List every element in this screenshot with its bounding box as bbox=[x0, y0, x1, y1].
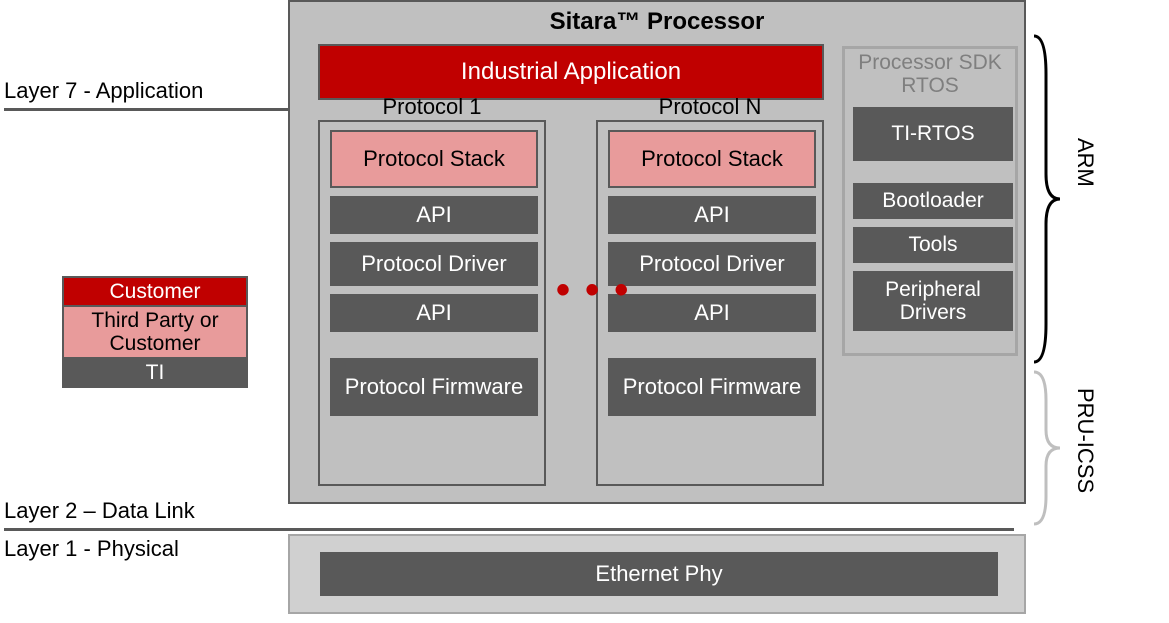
tools: Tools bbox=[853, 227, 1013, 263]
ethernet-phy: Ethernet Phy bbox=[320, 552, 998, 596]
layer1-label: Layer 1 - Physical bbox=[4, 536, 179, 562]
arm-bracket-icon bbox=[1032, 34, 1062, 364]
protocol-1-label: Protocol 1 bbox=[320, 94, 544, 120]
legend: Customer Third Party or Customer TI bbox=[62, 276, 248, 388]
protocol-firmware: Protocol Firmware bbox=[330, 358, 538, 416]
sdk-title: Processor SDK RTOS bbox=[845, 51, 1015, 97]
protocol-stack: Protocol Stack bbox=[330, 130, 538, 188]
api-lower: API bbox=[330, 294, 538, 332]
protocol-driver: Protocol Driver bbox=[330, 242, 538, 286]
protocol-1-box: Protocol 1 Protocol Stack API Protocol D… bbox=[318, 120, 546, 486]
physical-layer-box: Ethernet Phy bbox=[288, 534, 1026, 614]
api-upper: API bbox=[330, 196, 538, 234]
pru-icss-label: PRU-ICSS bbox=[1072, 388, 1098, 493]
api-lower: API bbox=[608, 294, 816, 332]
api-upper: API bbox=[608, 196, 816, 234]
processor-title: Sitara™ Processor bbox=[290, 8, 1024, 36]
layer2-line bbox=[4, 528, 1014, 531]
bootloader: Bootloader bbox=[853, 183, 1013, 219]
peripheral-drivers: Peripheral Drivers bbox=[853, 271, 1013, 331]
protocol-driver: Protocol Driver bbox=[608, 242, 816, 286]
legend-ti: TI bbox=[64, 359, 246, 386]
ellipsis-icon: • • • bbox=[556, 268, 630, 313]
protocol-n-label: Protocol N bbox=[598, 94, 822, 120]
layer7-label: Layer 7 - Application bbox=[4, 78, 203, 104]
sdk-box: Processor SDK RTOS TI-RTOS Bootloader To… bbox=[842, 46, 1018, 356]
ti-rtos: TI-RTOS bbox=[853, 107, 1013, 161]
arm-label: ARM bbox=[1072, 138, 1098, 187]
layer2-label: Layer 2 – Data Link bbox=[4, 498, 195, 524]
legend-thirdparty: Third Party or Customer bbox=[64, 307, 246, 359]
processor-box: Sitara™ Processor Industrial Application… bbox=[288, 0, 1026, 504]
pru-bracket-icon bbox=[1032, 370, 1062, 526]
layer7-line bbox=[4, 108, 288, 111]
industrial-application: Industrial Application bbox=[318, 44, 824, 100]
protocol-stack: Protocol Stack bbox=[608, 130, 816, 188]
legend-customer: Customer bbox=[64, 278, 246, 307]
protocol-firmware: Protocol Firmware bbox=[608, 358, 816, 416]
